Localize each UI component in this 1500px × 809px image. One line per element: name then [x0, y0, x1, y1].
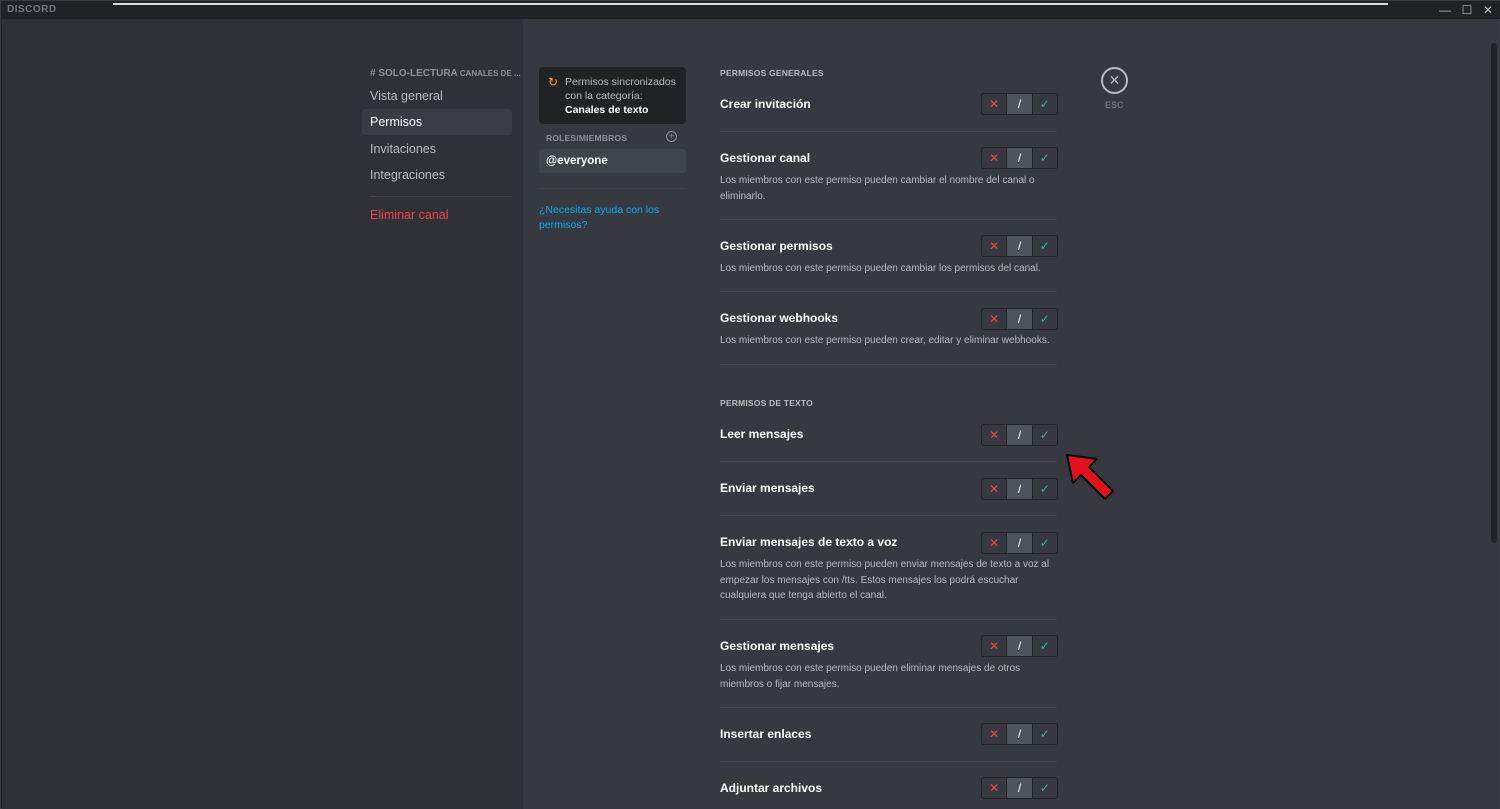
neutral-button[interactable]: / [1007, 148, 1033, 168]
neutral-button[interactable]: / [1007, 236, 1033, 256]
allow-button[interactable]: ✓ [1033, 309, 1057, 329]
perm-divider [720, 364, 1057, 365]
perm-desc: Los miembros con este permiso pueden env… [720, 559, 1050, 602]
perm-divider [720, 707, 1057, 708]
permission-toggle: ✕ / ✓ [981, 308, 1058, 330]
neutral-button[interactable]: / [1007, 479, 1033, 499]
allow-button[interactable]: ✓ [1033, 479, 1057, 499]
sync-notice: ↻ Permisos sincronizados con la categorí… [539, 67, 686, 124]
perm-divider [720, 131, 1057, 132]
sync-icon: ↻ [548, 75, 559, 89]
minimize-icon[interactable]: — [1435, 2, 1455, 18]
neutral-button[interactable]: / [1007, 724, 1033, 744]
permission-toggle: ✕ / ✓ [981, 777, 1058, 799]
neutral-button[interactable]: / [1007, 309, 1033, 329]
permission-toggle: ✕ / ✓ [981, 532, 1058, 554]
channel-header: # SOLO-LECTURA CANALES DE ... [370, 68, 521, 79]
perm-divider [720, 761, 1057, 762]
section-title-general: PERMISOS GENERALES [720, 68, 824, 78]
app-brand: DISCORD [7, 4, 57, 15]
perm-name: Gestionar permisos [720, 239, 833, 253]
allow-button[interactable]: ✓ [1033, 533, 1057, 553]
neutral-button[interactable]: / [1007, 533, 1033, 553]
perm-desc: Los miembros con este permiso pueden cam… [720, 263, 1041, 274]
perm-name: Gestionar webhooks [720, 311, 839, 325]
permission-toggle: ✕ / ✓ [981, 635, 1058, 657]
permission-toggle: ✕ / ✓ [981, 147, 1058, 169]
perm-name: Leer mensajes [720, 427, 804, 441]
permission-toggle: ✕ / ✓ [981, 93, 1058, 115]
perm-name: Gestionar mensajes [720, 639, 835, 653]
close-window-icon[interactable]: ✕ [1478, 2, 1498, 18]
perm-divider [720, 219, 1057, 220]
sidebar-divider [370, 196, 512, 197]
close-settings-icon[interactable]: ✕ [1101, 67, 1128, 94]
allow-button[interactable]: ✓ [1033, 94, 1057, 114]
allow-button[interactable]: ✓ [1033, 236, 1057, 256]
channel-category: CANALES DE ... [459, 69, 521, 78]
allow-button[interactable]: ✓ [1033, 636, 1057, 656]
deny-button[interactable]: ✕ [982, 309, 1008, 329]
titlebar: DISCORD — ☐ ✕ [1, 1, 1500, 19]
maximize-icon[interactable]: ☐ [1457, 2, 1477, 18]
sync-text: Permisos sincronizados con la categoría: [565, 76, 676, 102]
neutral-button[interactable]: / [1007, 778, 1033, 798]
perm-name: Adjuntar archivos [720, 781, 823, 795]
perm-divider [720, 515, 1057, 516]
deny-button[interactable]: ✕ [982, 636, 1008, 656]
help-link[interactable]: ¿Necesitas ayuda con los permisos? [539, 203, 679, 233]
perm-desc: Los miembros con este permiso pueden eli… [720, 663, 1021, 690]
allow-button[interactable]: ✓ [1033, 425, 1057, 445]
deny-button[interactable]: ✕ [982, 533, 1008, 553]
permission-toggle: ✕ / ✓ [981, 235, 1058, 257]
sidebar-item-integrations[interactable]: Integraciones [362, 162, 512, 188]
titlebar-line [113, 3, 1388, 5]
discord-window: DISCORD — ☐ ✕ # SOLO-LECTURA CANALES DE .… [0, 0, 1500, 809]
perm-name: Enviar mensajes [720, 481, 815, 495]
allow-button[interactable]: ✓ [1033, 778, 1057, 798]
roles-divider [539, 188, 686, 189]
deny-button[interactable]: ✕ [982, 94, 1008, 114]
perm-divider [720, 291, 1057, 292]
deny-button[interactable]: ✕ [982, 778, 1008, 798]
deny-button[interactable]: ✕ [982, 724, 1008, 744]
neutral-button[interactable]: / [1007, 94, 1033, 114]
deny-button[interactable]: ✕ [982, 148, 1008, 168]
permission-toggle: ✕ / ✓ [981, 424, 1058, 446]
perm-name: Enviar mensajes de texto a voz [720, 535, 898, 549]
permission-toggle: ✕ / ✓ [981, 723, 1058, 745]
sidebar-item-overview[interactable]: Vista general [362, 83, 512, 109]
perm-name: Crear invitación [720, 97, 811, 111]
deny-button[interactable]: ✕ [982, 425, 1008, 445]
section-title-text: PERMISOS DE TEXTO [720, 398, 813, 408]
perm-divider [720, 461, 1057, 462]
perm-desc: Los miembros con este permiso pueden cre… [720, 335, 1050, 346]
esc-label: ESC [1105, 100, 1124, 110]
channel-name: # SOLO-LECTURA [370, 68, 458, 79]
deny-button[interactable]: ✕ [982, 479, 1008, 499]
sidebar-item-invites[interactable]: Invitaciones [362, 136, 512, 162]
add-role-icon[interactable]: + [666, 131, 677, 142]
role-item-everyone[interactable]: @everyone [539, 149, 686, 173]
perm-name: Gestionar canal [720, 151, 811, 165]
allow-button[interactable]: ✓ [1033, 724, 1057, 744]
allow-button[interactable]: ✓ [1033, 148, 1057, 168]
annotation-arrow-icon [1066, 454, 1114, 500]
sync-category: Canales de texto [565, 104, 649, 116]
roles-label: ROLES/MIEMBROS [546, 133, 628, 143]
perm-name: Insertar enlaces [720, 727, 812, 741]
sidebar-item-permissions[interactable]: Permisos [362, 109, 512, 135]
scrollbar[interactable] [1491, 43, 1497, 543]
neutral-button[interactable]: / [1007, 425, 1033, 445]
deny-button[interactable]: ✕ [982, 236, 1008, 256]
neutral-button[interactable]: / [1007, 636, 1033, 656]
permission-toggle: ✕ / ✓ [981, 478, 1058, 500]
perm-divider [720, 619, 1057, 620]
delete-channel-button[interactable]: Eliminar canal [362, 202, 512, 228]
perm-desc: Los miembros con este permiso pueden cam… [720, 175, 1035, 202]
